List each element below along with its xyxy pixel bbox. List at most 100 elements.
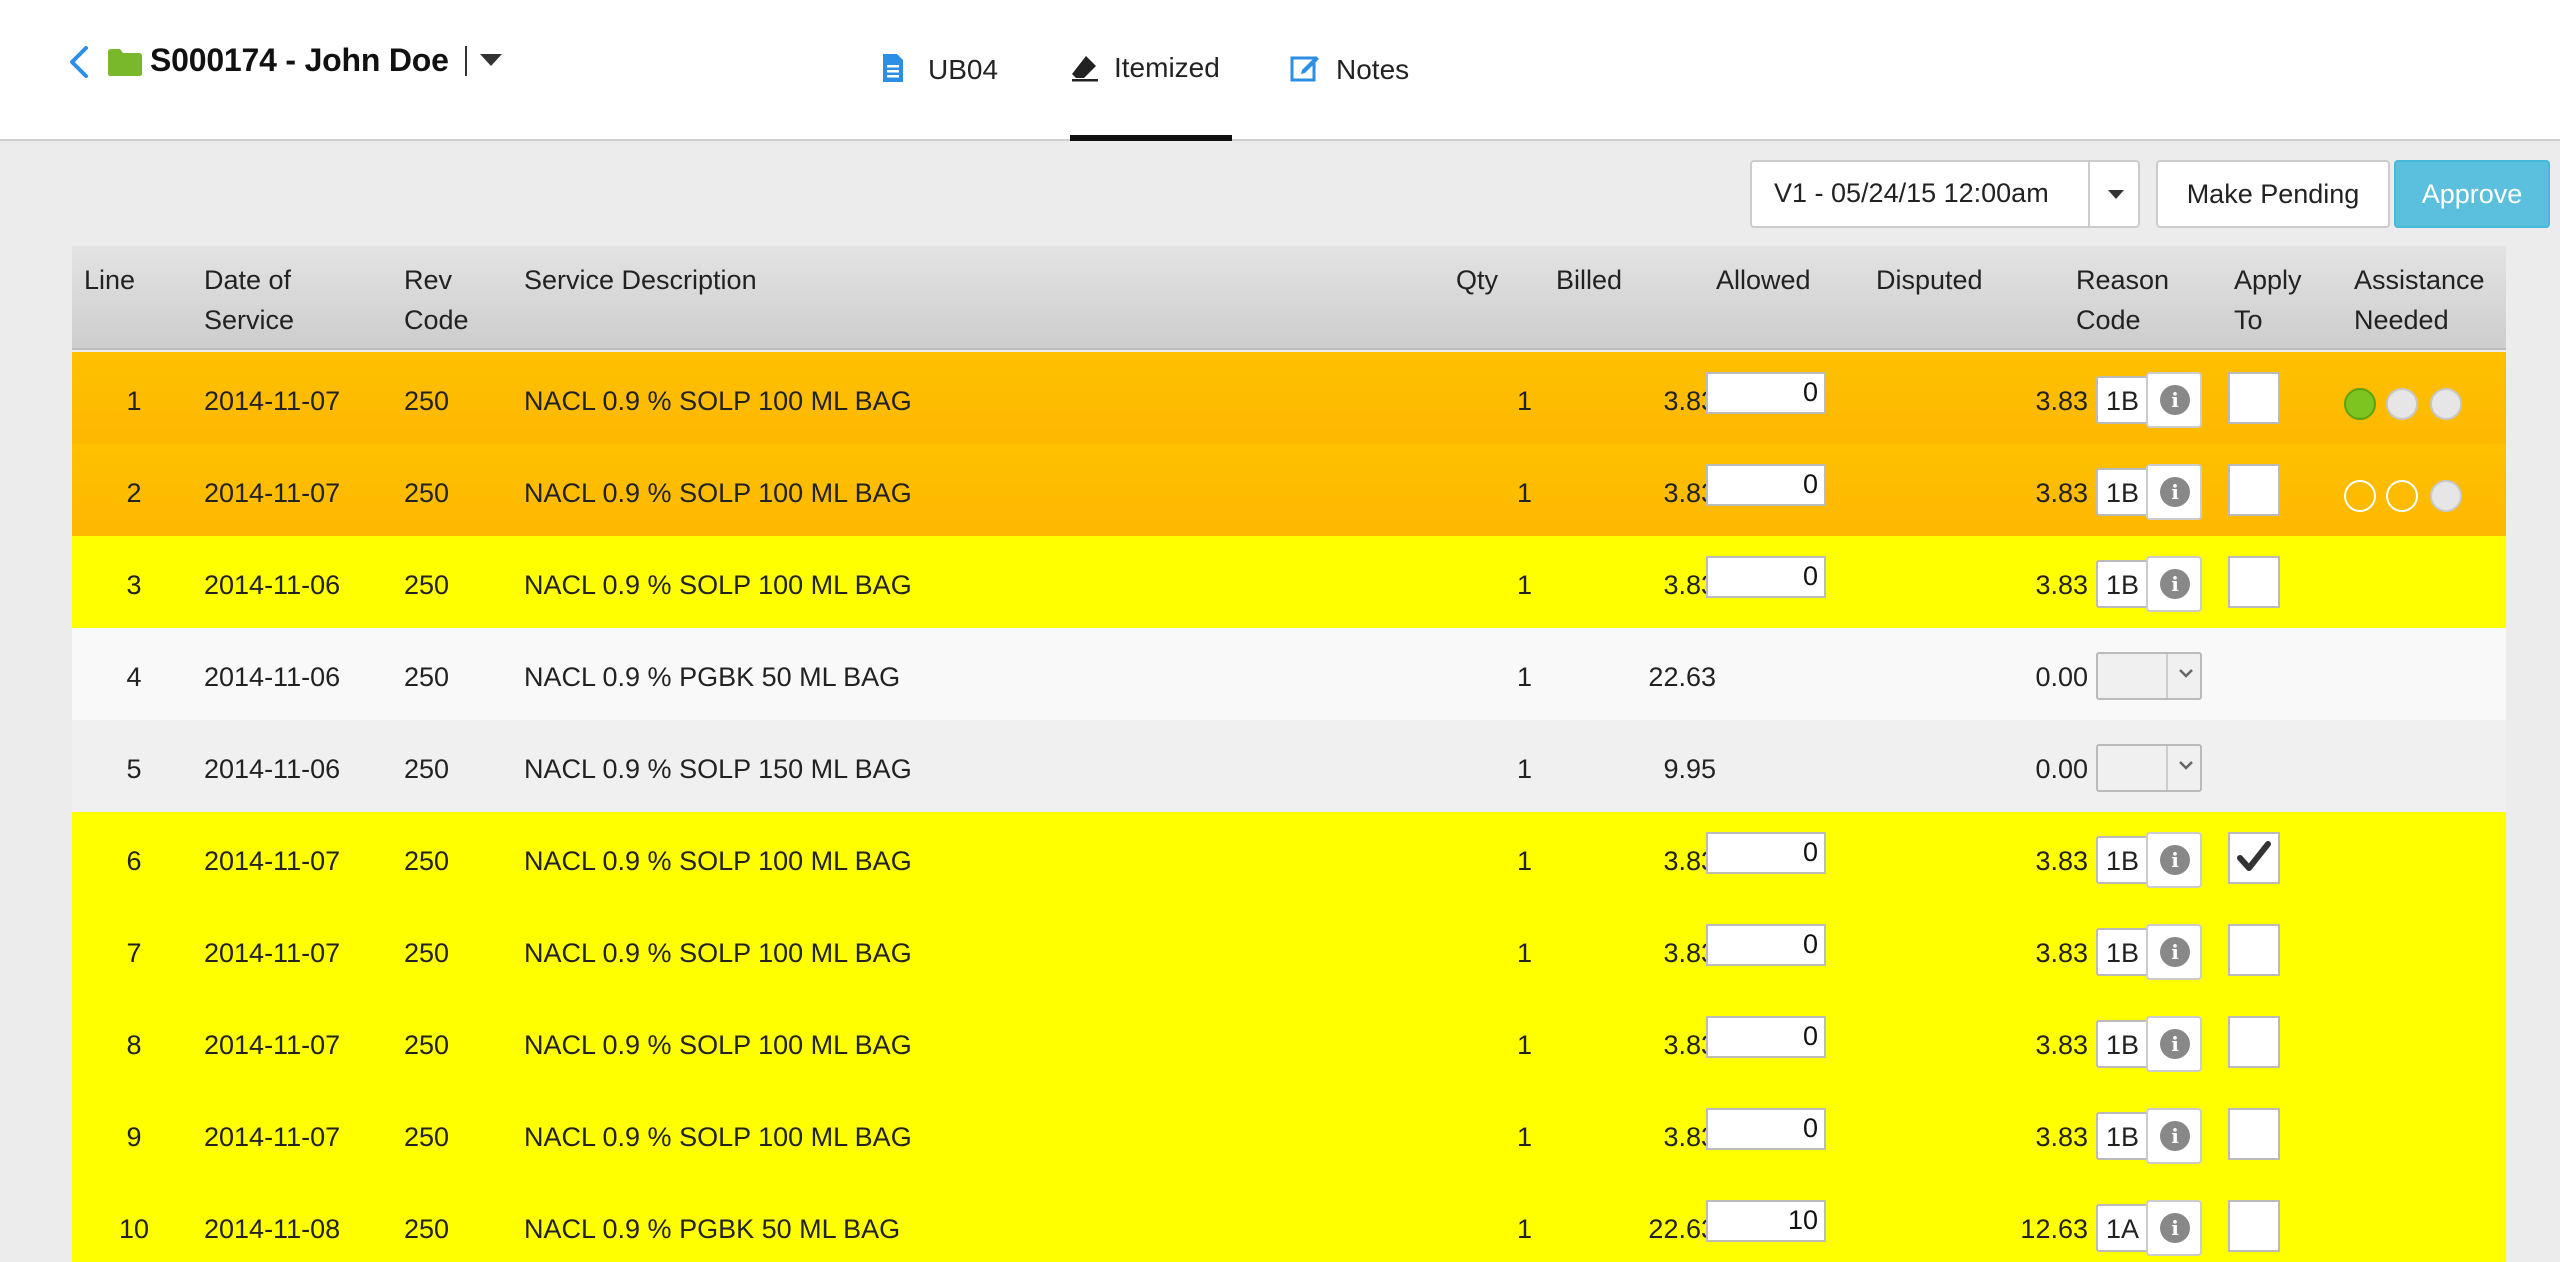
apply-to-checkbox[interactable] (2228, 372, 2280, 424)
itemized-table: Line Date of Service Rev Code Service Desc… (72, 246, 2506, 1262)
service-description: NACL 0.9 % SOLP 150 ML BAG (524, 754, 912, 784)
qty: 1 (1516, 1030, 1532, 1060)
allowed-input[interactable]: 10 (1706, 1200, 1826, 1242)
info-button[interactable]: i (2146, 556, 2202, 612)
table-row[interactable]: 6 2014-11-07 250 NACL 0.9 % SOLP 100 ML BAG… (72, 812, 2506, 904)
apply-to-checkbox[interactable] (2228, 464, 2280, 516)
tab-notes[interactable]: Notes (1290, 48, 1420, 138)
reason-code-value: 1B (2106, 1122, 2140, 1152)
disputed-amount: 12.63 (2020, 1214, 2088, 1244)
eraser-icon (1070, 52, 1098, 84)
assistance-status-dot[interactable] (2344, 480, 2376, 512)
apply-to-checkbox[interactable] (2228, 924, 2280, 976)
apply-to-checkbox[interactable] (2228, 1016, 2280, 1068)
reason-code-value: 1B (2106, 478, 2140, 508)
info-button[interactable]: i (2146, 372, 2202, 428)
assistance-status-dot[interactable] (2386, 388, 2418, 420)
info-button[interactable]: i (2146, 464, 2202, 520)
table-row[interactable]: 2 2014-11-07 250 NACL 0.9 % SOLP 100 ML BAG… (72, 444, 2506, 536)
line-number: 6 (126, 846, 142, 876)
title-dropdown-caret-icon[interactable] (480, 54, 502, 66)
info-icon: i (2160, 385, 2190, 415)
reason-code-value: 1A (2106, 1214, 2140, 1244)
service-description: NACL 0.9 % SOLP 100 ML BAG (524, 478, 912, 508)
assistance-status-dot[interactable] (2430, 388, 2462, 420)
page-title: S000174 - John Doe (150, 42, 449, 78)
rev-code: 250 (404, 1030, 450, 1060)
allowed-input[interactable]: 0 (1706, 464, 1826, 506)
info-button[interactable]: i (2146, 1108, 2202, 1164)
line-number: 10 (118, 1214, 150, 1244)
folder-icon (106, 46, 144, 78)
info-button[interactable]: i (2146, 924, 2202, 980)
reason-code-value: 1B (2106, 938, 2140, 968)
version-value: V1 - 05/24/15 12:00am (1774, 178, 2049, 208)
date-of-service: 2014-11-07 (204, 478, 341, 508)
table-row[interactable]: 1 2014-11-07 250 NACL 0.9 % SOLP 100 ML BAG… (72, 352, 2506, 444)
service-description: NACL 0.9 % SOLP 100 ML BAG (524, 938, 912, 968)
allowed-input[interactable]: 0 (1706, 1016, 1826, 1058)
assistance-status-dot[interactable] (2430, 480, 2462, 512)
info-button[interactable]: i (2146, 832, 2202, 888)
line-number: 8 (126, 1030, 142, 1060)
info-icon: i (2160, 1121, 2190, 1151)
info-button[interactable]: i (2146, 1200, 2202, 1256)
allowed-input[interactable]: 0 (1706, 1108, 1826, 1150)
allowed-input[interactable]: 0 (1706, 372, 1826, 414)
disputed-amount: 3.83 (2035, 938, 2088, 968)
assistance-status-dot[interactable] (2386, 480, 2418, 512)
col-date-of-service: Date of Service (204, 265, 295, 335)
allowed-input[interactable]: 0 (1706, 924, 1826, 966)
table-row[interactable]: 4 2014-11-06 250 NACL 0.9 % PGBK 50 ML BAG 1… (72, 628, 2506, 720)
approve-button[interactable]: Approve (2394, 160, 2550, 228)
line-number: 4 (126, 662, 142, 692)
billed-amount: 3.83 (1663, 570, 1716, 600)
disputed-amount: 0.00 (2035, 754, 2088, 784)
apply-to-checkbox[interactable] (2228, 832, 2280, 884)
top-header: S000174 - John Doe UB04 Itemized Notes (0, 0, 2560, 141)
tab-ub04[interactable]: UB04 (880, 48, 1000, 138)
service-description: NACL 0.9 % SOLP 100 ML BAG (524, 570, 912, 600)
col-rev-code: Rev Code (404, 265, 469, 335)
date-of-service: 2014-11-08 (204, 1214, 341, 1244)
allowed-input[interactable]: 0 (1706, 556, 1826, 598)
info-icon: i (2160, 1213, 2190, 1243)
chevron-down-icon (2176, 755, 2196, 775)
table-row[interactable]: 9 2014-11-07 250 NACL 0.9 % SOLP 100 ML BAG… (72, 1088, 2506, 1180)
date-of-service: 2014-11-06 (204, 662, 341, 692)
title-divider (465, 46, 467, 76)
active-tab-indicator (1070, 135, 1232, 141)
line-number: 5 (126, 754, 142, 784)
apply-to-checkbox[interactable] (2228, 1108, 2280, 1160)
qty: 1 (1516, 1214, 1532, 1244)
apply-to-checkbox[interactable] (2228, 556, 2280, 608)
billed-amount: 3.83 (1663, 386, 1716, 416)
chevron-down-icon[interactable] (2108, 190, 2124, 199)
make-pending-button[interactable]: Make Pending (2156, 160, 2390, 228)
billed-amount: 3.83 (1663, 938, 1716, 968)
version-select[interactable]: V1 - 05/24/15 12:00am (1750, 160, 2140, 228)
qty: 1 (1516, 846, 1532, 876)
table-row[interactable]: 3 2014-11-06 250 NACL 0.9 % SOLP 100 ML BAG… (72, 536, 2506, 628)
back-chevron-icon[interactable] (66, 44, 94, 80)
qty: 1 (1516, 478, 1532, 508)
disputed-amount: 3.83 (2035, 570, 2088, 600)
disputed-amount: 3.83 (2035, 1122, 2088, 1152)
reason-code-select[interactable] (2096, 744, 2202, 792)
table-row[interactable]: 10 2014-11-08 250 NACL 0.9 % PGBK 50 ML BAG… (72, 1180, 2506, 1262)
table-row[interactable]: 8 2014-11-07 250 NACL 0.9 % SOLP 100 ML BAG… (72, 996, 2506, 1088)
disputed-amount: 3.83 (2035, 386, 2088, 416)
info-button[interactable]: i (2146, 1016, 2202, 1072)
apply-to-checkbox[interactable] (2228, 1200, 2280, 1252)
assistance-status-dot[interactable] (2344, 388, 2376, 420)
reason-code-select[interactable] (2096, 652, 2202, 700)
tab-itemized[interactable]: Itemized (1070, 48, 1232, 138)
rev-code: 250 (404, 478, 450, 508)
allowed-input[interactable]: 0 (1706, 832, 1826, 874)
service-description: NACL 0.9 % SOLP 100 ML BAG (524, 386, 912, 416)
table-row[interactable]: 7 2014-11-07 250 NACL 0.9 % SOLP 100 ML BAG… (72, 904, 2506, 996)
qty: 1 (1516, 938, 1532, 968)
table-row[interactable]: 5 2014-11-06 250 NACL 0.9 % SOLP 150 ML BAG… (72, 720, 2506, 812)
billed-amount: 3.83 (1663, 478, 1716, 508)
billed-amount: 3.83 (1663, 1030, 1716, 1060)
